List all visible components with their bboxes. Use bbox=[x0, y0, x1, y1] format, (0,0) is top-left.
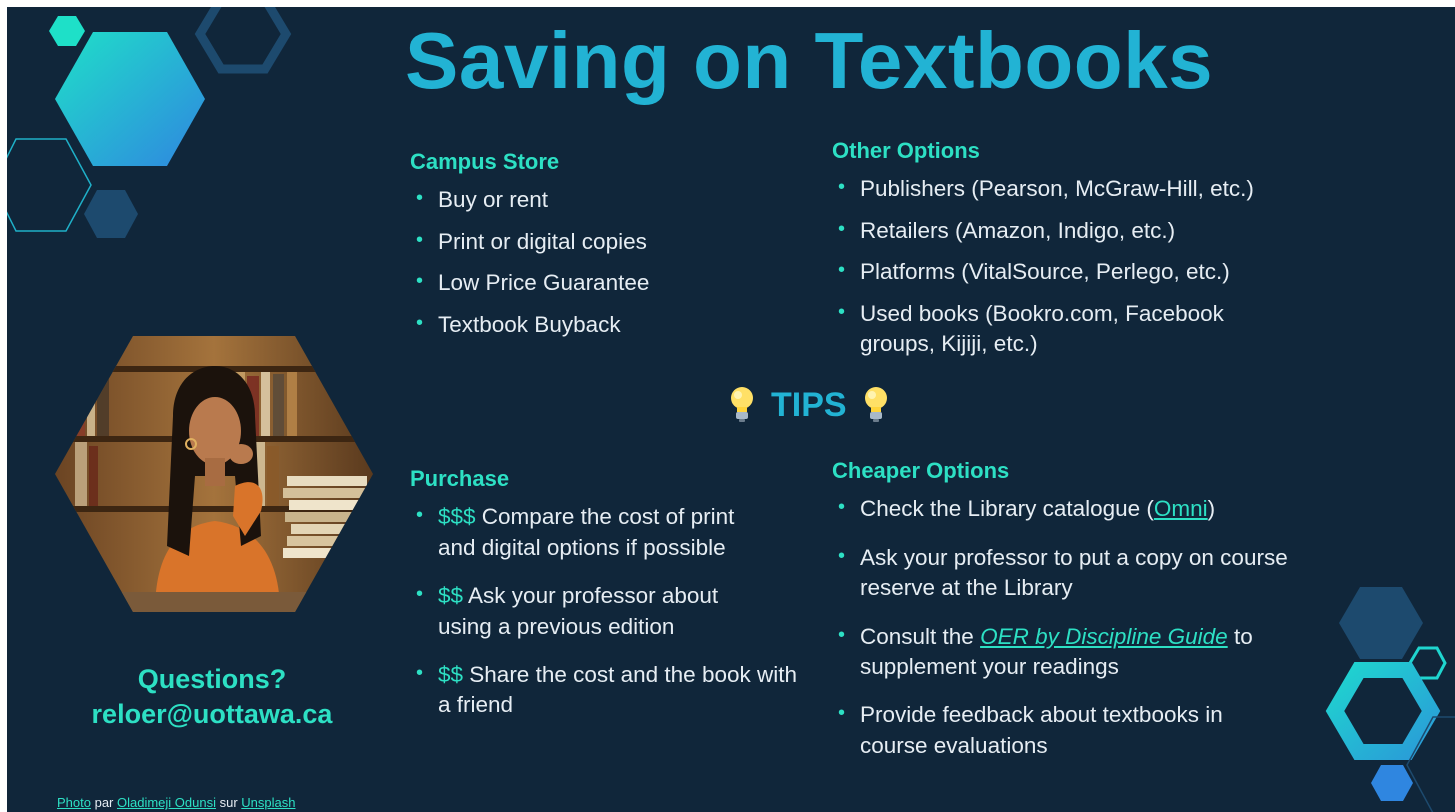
oer-guide-link[interactable]: OER by Discipline Guide bbox=[980, 624, 1228, 649]
cheaper-options-section: Cheaper Options Check the Library catalo… bbox=[832, 458, 1392, 779]
other-options-section: Other Options Publishers (Pearson, McGra… bbox=[832, 138, 1392, 370]
photo-link[interactable]: Photo bbox=[57, 795, 91, 810]
other-options-list: Publishers (Pearson, McGraw-Hill, etc.) … bbox=[832, 174, 1392, 359]
credit-text: sur bbox=[216, 795, 242, 810]
photo-credit: Photo par Oladimeji Odunsi sur Unsplash bbox=[57, 795, 296, 810]
credit-text: par bbox=[90, 795, 117, 810]
list-item: $$$ Compare the cost of print and digita… bbox=[410, 502, 778, 563]
author-link[interactable]: Oladimeji Odunsi bbox=[117, 795, 216, 810]
list-item: Publishers (Pearson, McGraw-Hill, etc.) bbox=[832, 174, 1392, 204]
list-item: Provide feedback about textbooks in cour… bbox=[832, 700, 1280, 761]
campus-store-section: Campus Store Buy or rent Print or digita… bbox=[410, 149, 810, 351]
other-options-heading: Other Options bbox=[832, 138, 980, 163]
list-item: $$ Share the cost and the book with a fr… bbox=[410, 660, 798, 721]
contact-email[interactable]: reloer@uottawa.ca bbox=[67, 697, 357, 732]
questions-label: Questions? bbox=[137, 664, 287, 694]
hexagon-shape bbox=[194, 7, 292, 74]
hexagon-shape bbox=[7, 138, 92, 232]
list-item-text: Compare the cost of print and digital op… bbox=[438, 504, 735, 560]
hexagon-shape bbox=[84, 190, 138, 238]
slide: Saving on Textbooks Campus Store Buy or … bbox=[7, 7, 1455, 812]
list-item-text: Ask your professor about using a previou… bbox=[438, 583, 719, 639]
list-item: Print or digital copies bbox=[410, 227, 810, 257]
omni-link[interactable]: Omni bbox=[1154, 496, 1208, 521]
hexagon-shape bbox=[49, 16, 85, 46]
cost-indicator: $$ bbox=[438, 583, 464, 609]
unsplash-link[interactable]: Unsplash bbox=[241, 795, 295, 810]
list-item: Used books (Bookro.com, Facebook groups,… bbox=[832, 299, 1270, 360]
purchase-heading: Purchase bbox=[410, 466, 510, 491]
cost-indicator: $$$ bbox=[438, 504, 476, 530]
student-photo bbox=[55, 336, 373, 612]
list-item: Ask your professor to put a copy on cour… bbox=[832, 543, 1340, 604]
list-item: $$ Ask your professor about using a prev… bbox=[410, 581, 778, 642]
list-item-text: ) bbox=[1207, 496, 1216, 522]
hexagon-shape bbox=[55, 32, 205, 166]
cheaper-options-list: Check the Library catalogue (Omni) Ask y… bbox=[832, 494, 1392, 761]
lightbulb-icon bbox=[731, 387, 753, 422]
book-stack bbox=[283, 476, 369, 558]
purchase-section: Purchase $$$ Compare the cost of print a… bbox=[410, 466, 810, 739]
list-item-text: Consult the bbox=[860, 623, 981, 649]
tips-label: TIPS bbox=[771, 385, 847, 424]
cheaper-options-heading: Cheaper Options bbox=[832, 458, 1010, 483]
list-item: Consult the OER by Discipline Guide to s… bbox=[832, 622, 1330, 683]
list-item: Low Price Guarantee bbox=[410, 268, 810, 298]
page-title: Saving on Textbooks bbox=[405, 16, 1214, 105]
list-item: Buy or rent bbox=[410, 185, 810, 215]
tips-heading: TIPS bbox=[727, 385, 891, 425]
campus-store-list: Buy or rent Print or digital copies Low … bbox=[410, 185, 810, 340]
list-item-text: Check the Library catalogue ( bbox=[860, 496, 1154, 522]
cost-indicator: $$ bbox=[438, 661, 464, 687]
campus-store-heading: Campus Store bbox=[410, 149, 560, 174]
list-item: Platforms (VitalSource, Perlego, etc.) bbox=[832, 257, 1392, 287]
questions-block: Questions? reloer@uottawa.ca bbox=[67, 662, 357, 732]
list-item: Check the Library catalogue (Omni) bbox=[832, 494, 1392, 524]
purchase-list: $$$ Compare the cost of print and digita… bbox=[410, 502, 810, 720]
lightbulb-icon bbox=[864, 387, 887, 422]
list-item-text: Share the cost and the book with a frien… bbox=[438, 661, 797, 718]
list-item: Retailers (Amazon, Indigo, etc.) bbox=[832, 216, 1392, 246]
list-item: Textbook Buyback bbox=[410, 310, 810, 340]
